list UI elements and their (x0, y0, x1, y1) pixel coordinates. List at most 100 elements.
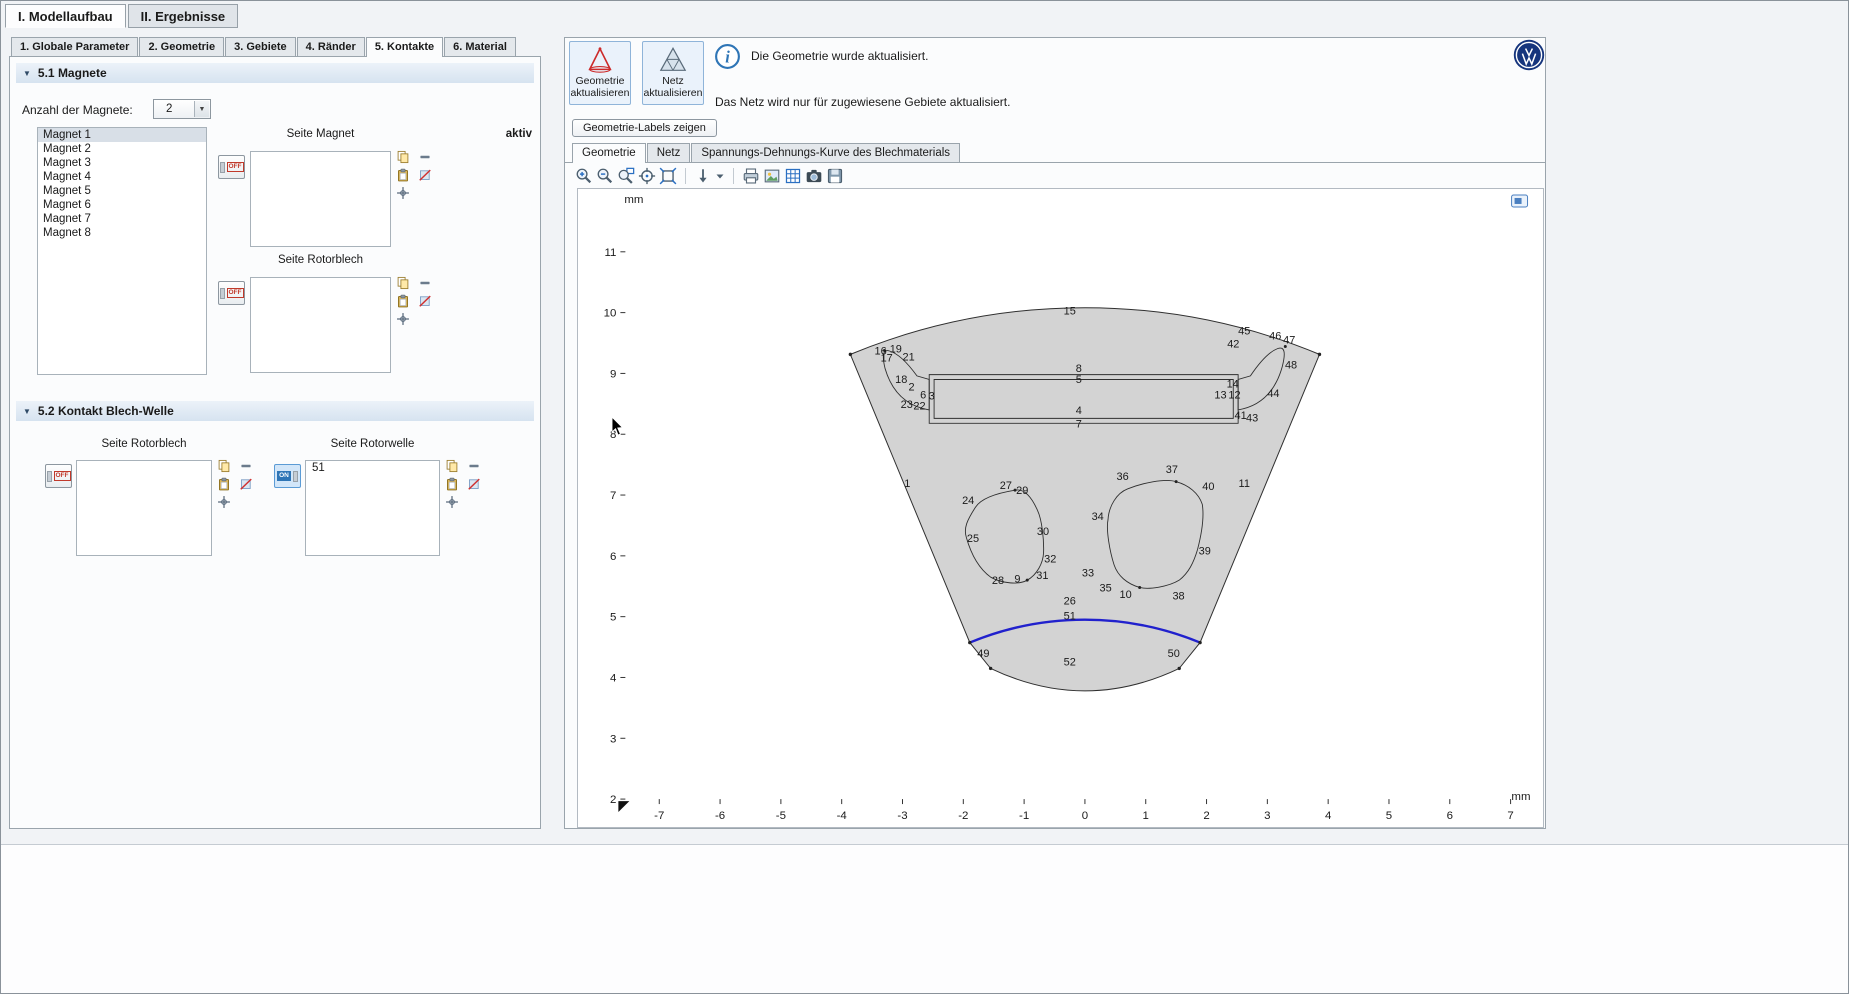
magnet-list-item[interactable]: Magnet 2 (38, 142, 206, 156)
left-tab-2-geometrie[interactable]: 2. Geometrie (139, 37, 224, 56)
zoom-to-selection-icon[interactable] (445, 495, 459, 509)
clear-selection-icon[interactable] (239, 477, 253, 491)
paste-selection-icon[interactable] (396, 168, 410, 182)
magnet-list-item[interactable]: Magnet 5 (38, 184, 206, 198)
copy-selection-icon[interactable] (217, 459, 231, 473)
left-tab-5-kontakte[interactable]: 5. Kontakte (366, 37, 443, 57)
y-tick-label: 2 (610, 794, 616, 806)
seite-magnet-selection-box[interactable] (250, 151, 391, 247)
table-icon[interactable] (784, 167, 802, 185)
geometry-plot[interactable]: mm mm (578, 189, 1543, 827)
geometry-label-34: 34 (1092, 511, 1104, 523)
zoom-to-selection-icon[interactable] (396, 312, 410, 326)
geometry-label-50: 50 (1168, 648, 1180, 660)
zoom-out-icon[interactable] (596, 167, 614, 185)
graphics-canvas[interactable]: mm mm (577, 188, 1544, 828)
seite-rotorblech-selection-box[interactable] (250, 277, 391, 373)
left-tab-strip: 1. Globale Parameter2. Geometrie3. Gebie… (11, 37, 516, 57)
magnet-list-item[interactable]: Magnet 4 (38, 170, 206, 184)
left-tab-6-material[interactable]: 6. Material (444, 37, 516, 56)
geometry-label-24: 24 (962, 495, 974, 507)
kontakt-rotorblech-selection-box[interactable] (76, 460, 212, 556)
main-tab-i-modellaufbau[interactable]: I. Modellaufbau (5, 4, 126, 28)
kontakt-rotorwelle-selection-box[interactable]: 51 (305, 460, 440, 556)
kontakt-rotorblech-selection-icons (217, 459, 253, 509)
selection-icon-row (217, 477, 253, 491)
remove-selection-icon[interactable] (467, 459, 481, 473)
collapse-triangle-icon[interactable]: ▼ (23, 69, 31, 78)
detach-plot-icon[interactable] (1512, 195, 1528, 207)
zoom-to-selection-icon[interactable] (396, 186, 410, 200)
section-kontakt-blech-welle[interactable]: ▼ 5.2 Kontakt Blech-Welle (16, 401, 534, 421)
magnet-list-item[interactable]: Magnet 7 (38, 212, 206, 226)
remove-selection-icon[interactable] (239, 459, 253, 473)
paste-selection-icon[interactable] (217, 477, 231, 491)
toggle-knob-icon (220, 162, 225, 173)
geometry-label-44: 44 (1267, 388, 1279, 400)
seite-magnet-toggle[interactable]: OFF (218, 155, 245, 179)
toggle-knob-icon (293, 471, 298, 482)
copy-selection-icon[interactable] (445, 459, 459, 473)
zoom-to-selection-icon[interactable] (217, 495, 231, 509)
toolbar-separator (685, 168, 686, 184)
magnet-list-item[interactable]: Magnet 3 (38, 156, 206, 170)
reset-view-icon[interactable] (659, 167, 677, 185)
zoom-in-icon[interactable] (575, 167, 593, 185)
selection-icon-row (217, 495, 253, 509)
anzahl-magnete-select[interactable]: 2 ▼ (153, 99, 211, 119)
magnet-list-item[interactable]: Magnet 8 (38, 226, 206, 240)
rotor-sector-shape[interactable] (850, 308, 1319, 691)
kontakt-rotorwelle-toggle[interactable]: ON (274, 464, 301, 488)
selection-icon-row (445, 477, 481, 491)
graphics-tab-netz[interactable]: Netz (647, 143, 691, 162)
zoom-box-icon[interactable] (617, 167, 635, 185)
info-icon: i (714, 43, 741, 70)
copy-selection-icon[interactable] (396, 150, 410, 164)
clear-selection-icon[interactable] (418, 294, 432, 308)
copy-selection-icon[interactable] (396, 276, 410, 290)
save-icon[interactable] (826, 167, 844, 185)
caret-icon[interactable] (715, 167, 725, 185)
geometry-label-35: 35 (1100, 583, 1112, 595)
paste-selection-icon[interactable] (445, 477, 459, 491)
print-icon[interactable] (742, 167, 760, 185)
graphics-tab-spannungs-dehnungs-kurve-des-blechmaterials[interactable]: Spannungs-Dehnungs-Kurve des Blechmateri… (691, 143, 960, 162)
y-tick-label: 9 (610, 368, 616, 380)
seite-magnet-label: Seite Magnet (250, 128, 391, 140)
rotorwelle-selection-item[interactable]: 51 (306, 461, 439, 475)
vw-logo (1513, 39, 1545, 71)
magnet-list-item[interactable]: Magnet 6 (38, 198, 206, 212)
geometry-label-52: 52 (1064, 656, 1076, 668)
paste-selection-icon[interactable] (396, 294, 410, 308)
geometrie-labels-zeigen-button[interactable]: Geometrie-Labels zeigen (572, 119, 717, 137)
collapse-triangle-icon[interactable]: ▼ (23, 407, 31, 416)
graphics-tab-geometrie[interactable]: Geometrie (572, 143, 646, 163)
zoom-extents-icon[interactable] (638, 167, 656, 185)
toggle-knob-icon (220, 288, 225, 299)
magnet-list-item[interactable]: Magnet 1 (38, 128, 206, 142)
remove-selection-icon[interactable] (418, 150, 432, 164)
main-tab-ii-ergebnisse[interactable]: II. Ergebnisse (128, 4, 239, 28)
orient-arrow-icon[interactable] (694, 167, 712, 185)
left-tab-3-gebiete[interactable]: 3. Gebiete (225, 37, 296, 56)
rotor-sector[interactable] (849, 308, 1322, 691)
camera-icon[interactable] (805, 167, 823, 185)
x-axis-ticks: -7-6-5-4-3-2-101234567 (654, 799, 1514, 822)
geometrie-aktualisieren-button[interactable]: Geometrie aktualisieren (569, 41, 631, 105)
dropdown-arrow-icon[interactable]: ▼ (194, 101, 209, 117)
seite-rotorblech-toggle[interactable]: OFF (218, 281, 245, 305)
remove-selection-icon[interactable] (418, 276, 432, 290)
geometry-label-9: 9 (1014, 574, 1020, 586)
image-export-icon[interactable] (763, 167, 781, 185)
clear-selection-icon[interactable] (418, 168, 432, 182)
y-tick-label: 11 (605, 247, 617, 259)
clear-selection-icon[interactable] (467, 477, 481, 491)
left-tab-1-globale-parameter[interactable]: 1. Globale Parameter (11, 37, 138, 56)
magnet-listbox[interactable]: Magnet 1Magnet 2Magnet 3Magnet 4Magnet 5… (37, 127, 207, 375)
left-tab-4-ränder[interactable]: 4. Ränder (297, 37, 365, 56)
y-tick-label: 3 (610, 733, 616, 745)
kontakt-rotorblech-toggle[interactable]: OFF (45, 464, 72, 488)
netz-aktualisieren-button[interactable]: Netz aktualisieren (642, 41, 704, 105)
section-magnete[interactable]: ▼ 5.1 Magnete (16, 63, 534, 83)
geometry-label-22: 22 (913, 400, 925, 412)
